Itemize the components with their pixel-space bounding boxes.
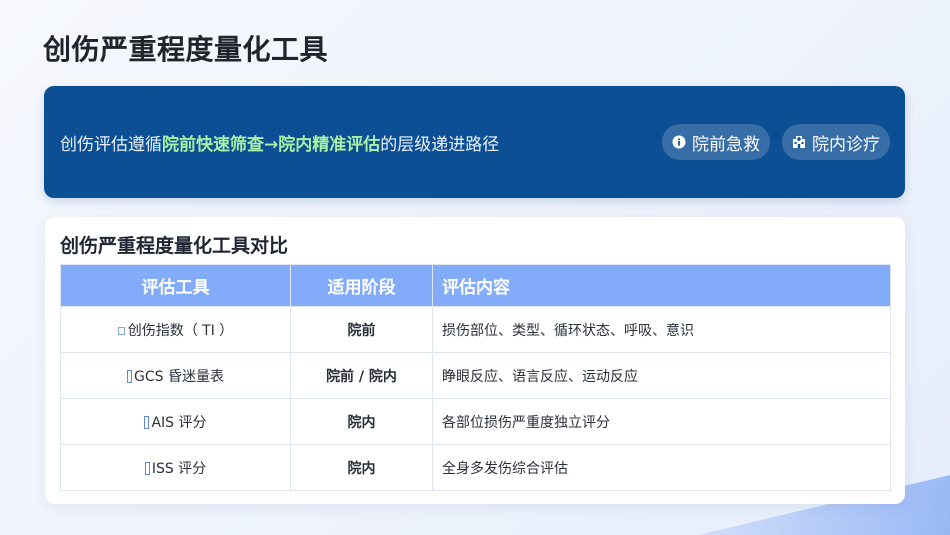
content-cell: 各部位损伤严重度独立评分 [432,398,891,445]
banner-text-after: 的层级递进路径 [380,134,500,155]
table-row: GCS 昏迷量表 院前 / 院内 睁眼反应、语言反应、运动反应 [60,352,891,399]
stage-cell: 院前 [290,306,433,353]
tool-cell: AIS 评分 [60,398,291,445]
tool-icon [144,416,150,429]
table-row: AIS 评分 院内 各部位损伤严重度独立评分 [60,398,891,445]
tool-icon [117,326,125,335]
tool-name: 创伤指数（ TI ） [127,322,234,339]
tool-name: GCS 昏迷量表 [134,368,224,385]
pill-prehospital-label: 院前急救 [692,134,760,155]
summary-banner: 创伤评估遵循院前快速筛查→院内精准评估的层级递进路径 院前急救 院内诊疗 [44,86,905,198]
tool-cell: 创伤指数（ TI ） [60,306,291,353]
header-tool: 评估工具 [60,264,291,307]
tool-icon [144,462,150,475]
content-cell: 睁眼反应、语言反应、运动反应 [432,352,891,399]
pill-inhospital-label: 院内诊疗 [812,134,880,155]
table-row: 创伤指数（ TI ） 院前 损伤部位、类型、循环状态、呼吸、意识 [60,306,891,353]
header-content: 评估内容 [432,264,891,307]
stage-cell: 院内 [290,398,433,445]
stage-cell: 院内 [290,444,433,491]
info-circle-icon [672,135,686,149]
stage-cell: 院前 / 院内 [290,352,433,399]
tool-name: AIS 评分 [151,414,207,431]
table-row: ISS 评分 院内 全身多发伤综合评估 [60,444,891,491]
tool-name: ISS 评分 [151,460,207,477]
tool-icon [127,370,133,383]
tool-cell: ISS 评分 [60,444,291,491]
pill-inhospital: 院内诊疗 [782,124,890,160]
content-cell: 全身多发伤综合评估 [432,444,891,491]
table-header-row: 评估工具 适用阶段 评估内容 [60,264,891,307]
banner-highlight: 院前快速筛查→院内精准评估 [162,134,381,155]
tool-cell: GCS 昏迷量表 [60,352,291,399]
header-stage: 适用阶段 [290,264,433,307]
comparison-title: 创伤严重程度量化工具对比 [60,235,289,257]
banner-text: 创伤评估遵循院前快速筛查→院内精准评估的层级递进路径 [60,130,650,155]
page-title: 创伤严重程度量化工具 [43,33,329,66]
hospital-icon [792,135,806,149]
comparison-table: 评估工具 适用阶段 评估内容 创伤指数（ TI ） 院前 损伤部位、类型、循环状… [60,264,891,491]
banner-text-before: 创伤评估遵循 [60,134,162,155]
content-cell: 损伤部位、类型、循环状态、呼吸、意识 [432,306,891,353]
comparison-card: 创伤严重程度量化工具对比 评估工具 适用阶段 评估内容 创伤指数（ TI ） 院… [45,217,905,504]
pill-prehospital: 院前急救 [662,124,770,160]
